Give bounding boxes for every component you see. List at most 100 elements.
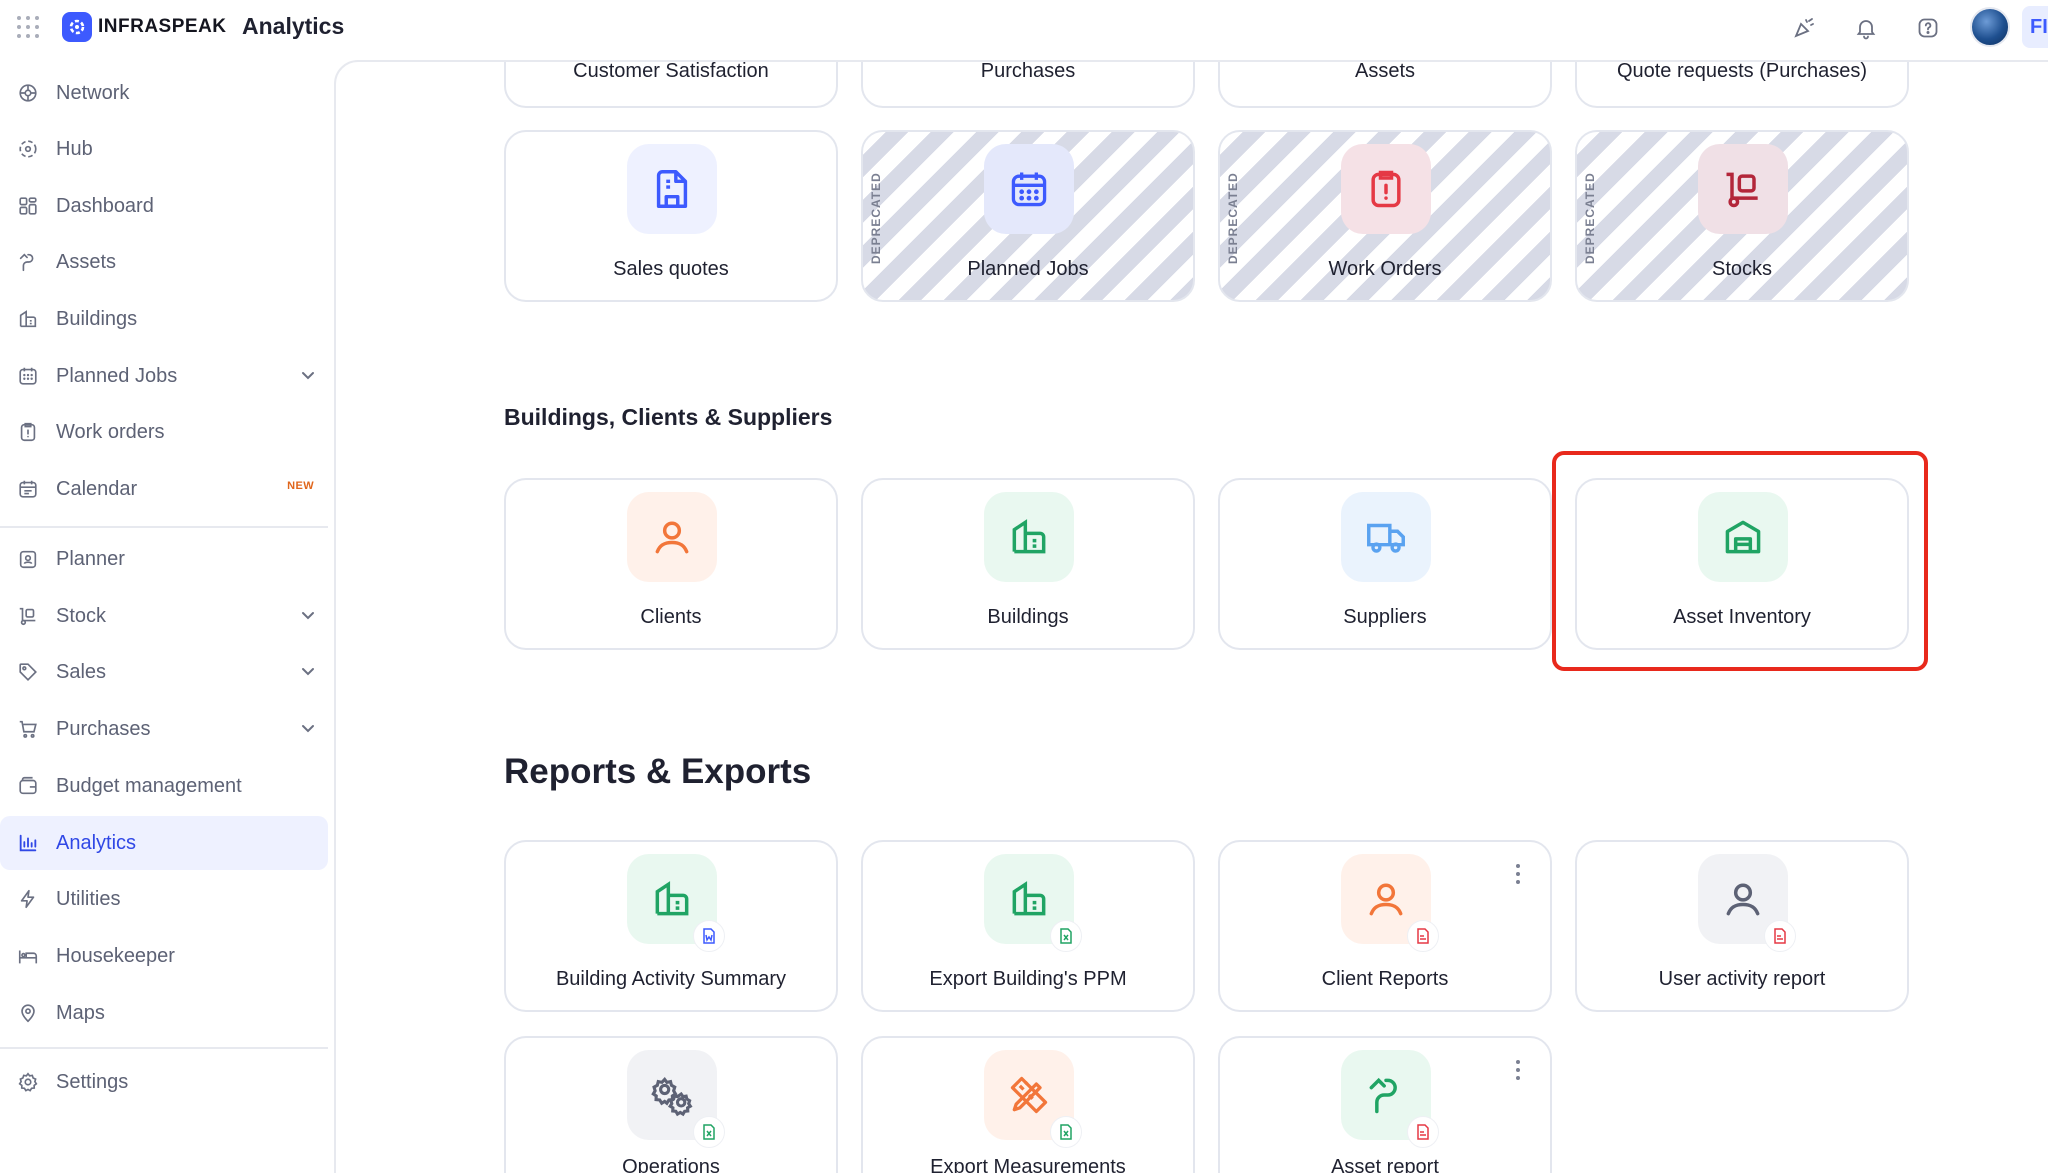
user-icon (627, 492, 717, 582)
card-label: Operations (622, 1156, 720, 1173)
sidebar-item-label: Sales (56, 660, 107, 683)
sidebar-item-label: Stock (56, 604, 107, 627)
sidebar-item-analytics[interactable]: Analytics (0, 816, 328, 870)
deprecated-tag: DEPRECATED (1226, 172, 1240, 264)
calendar-grid-icon (984, 144, 1074, 234)
card-label: Building Activity Summary (555, 968, 787, 990)
assets-icon (1341, 1050, 1439, 1148)
sidebar-item-stock[interactable]: Stock (0, 589, 328, 643)
sidebar-item-utilities[interactable]: Utilities (0, 872, 328, 926)
sidebar-item-purchases[interactable]: Purchases (0, 702, 328, 756)
card-assets[interactable]: Assets (1218, 62, 1552, 108)
sidebar-divider (0, 526, 328, 528)
card-label: Export Measurements (930, 1156, 1126, 1173)
clipboard-icon (1341, 144, 1431, 234)
celebration-icon[interactable] (1790, 14, 1818, 42)
card-operations[interactable]: Operations (504, 1036, 838, 1173)
chart-icon (16, 831, 40, 855)
sidebar-item-planner[interactable]: Planner (0, 532, 328, 586)
sidebar-item-label: Network (56, 81, 130, 104)
brand-name: INFRASPEAK (98, 16, 227, 37)
pdf-file-icon (1407, 1116, 1439, 1148)
card-stocks[interactable]: DEPRECATED Stocks (1575, 130, 1909, 302)
sidebar-item-budget-management[interactable]: Budget management (0, 759, 328, 813)
card-client-reports[interactable]: Client Reports (1218, 840, 1552, 1012)
chevron-down-icon[interactable] (298, 605, 318, 631)
card-buildings[interactable]: Buildings (861, 478, 1195, 650)
card-planned-jobs[interactable]: DEPRECATED Planned Jobs (861, 130, 1195, 302)
card-label: Purchases (980, 60, 1076, 82)
card-clients[interactable]: Clients (504, 478, 838, 650)
tag-icon (16, 660, 40, 684)
apps-grid-icon[interactable] (16, 15, 40, 39)
bell-icon[interactable] (1852, 14, 1880, 42)
card-sales-quotes[interactable]: Sales quotes (504, 130, 838, 302)
card-building-activity-summary[interactable]: Building Activity Summary (504, 840, 838, 1012)
content-panel: Customer Satisfaction Purchases Assets Q… (334, 60, 2048, 1173)
chevron-down-icon[interactable] (298, 661, 318, 687)
clipboard-icon (16, 420, 40, 444)
card-purchases[interactable]: Purchases (861, 60, 1195, 108)
new-badge: NEW (287, 480, 314, 492)
card-label: Buildings (987, 606, 1069, 628)
sidebar-item-label: Planned Jobs (56, 364, 178, 387)
sidebar-item-buildings[interactable]: Buildings (0, 292, 328, 346)
sidebar-item-housekeeper[interactable]: Housekeeper (0, 929, 328, 983)
card-user-activity-report[interactable]: User activity report (1575, 840, 1909, 1012)
brand-logo-icon[interactable] (62, 12, 92, 42)
sidebar-item-label: Budget management (56, 774, 242, 797)
card-suppliers[interactable]: Suppliers (1218, 478, 1552, 650)
sidebar-item-label: Dashboard (56, 194, 154, 217)
sidebar-item-label: Analytics (56, 831, 137, 854)
card-label: Asset Inventory (1673, 606, 1811, 628)
card-export-measurements[interactable]: Export Measurements (861, 1036, 1195, 1173)
avatar[interactable] (1970, 7, 2010, 47)
card-customer-satisfaction[interactable]: Customer Satisfaction (504, 60, 838, 108)
card-label: Quote requests (Purchases) (1616, 60, 1868, 82)
sidebar-item-assets[interactable]: Assets (0, 235, 328, 289)
sidebar-item-hub[interactable]: Hub (0, 122, 328, 176)
sidebar-item-calendar[interactable]: Calendar NEW (0, 462, 328, 516)
card-label: User activity report (1658, 968, 1826, 990)
card-label: Stocks (1711, 258, 1773, 280)
card-work-orders[interactable]: DEPRECATED Work Orders (1218, 130, 1552, 302)
sidebar-item-work-orders[interactable]: Work orders (0, 405, 328, 459)
bed-icon (16, 944, 40, 968)
sidebar-item-planned-jobs[interactable]: Planned Jobs (0, 349, 328, 403)
sidebar-item-dashboard[interactable]: Dashboard (0, 179, 328, 233)
ruler-pencil-icon (984, 1050, 1082, 1148)
sidebar-item-label: Maps (56, 1001, 105, 1024)
warehouse-icon (1698, 492, 1788, 582)
sidebar-item-sales[interactable]: Sales (0, 645, 328, 699)
section-title-buildings-clients-suppliers: Buildings, Clients & Suppliers (504, 404, 833, 430)
card-label: Suppliers (1343, 606, 1427, 628)
stock-icon (1698, 144, 1788, 234)
card-export-buildings-ppm[interactable]: Export Building's PPM (861, 840, 1195, 1012)
card-label: Customer Satisfaction (573, 60, 769, 82)
buildings-icon (984, 854, 1082, 952)
more-options-icon[interactable] (1516, 1060, 1522, 1082)
chevron-down-icon[interactable] (298, 718, 318, 744)
sidebar-item-maps[interactable]: Maps (0, 986, 328, 1040)
buildings-icon (984, 492, 1074, 582)
help-icon[interactable] (1914, 14, 1942, 42)
sales-quotes-icon (627, 144, 717, 234)
sidebar-divider (0, 1047, 328, 1049)
sidebar-item-network[interactable]: Network (0, 66, 328, 120)
card-asset-inventory[interactable]: Asset Inventory (1575, 478, 1909, 650)
sidebar-item-label: Assets (56, 250, 117, 273)
more-options-icon[interactable] (1516, 864, 1522, 886)
sidebar-item-settings[interactable]: Settings (0, 1055, 328, 1109)
sidebar-item-label: Hub (56, 137, 93, 160)
chevron-down-icon[interactable] (298, 365, 318, 391)
card-label: Clients (640, 606, 702, 628)
account-initials[interactable]: FI (2022, 6, 2048, 48)
user-icon (1698, 854, 1796, 952)
sidebar-item-label: Housekeeper (56, 944, 175, 967)
card-label: Work Orders (1328, 258, 1442, 280)
card-asset-report[interactable]: Asset report (1218, 1036, 1552, 1173)
pdf-file-icon (1764, 920, 1796, 952)
card-quote-requests[interactable]: Quote requests (Purchases) (1575, 60, 1909, 108)
sidebar-item-label: Work orders (56, 420, 165, 443)
sidebar: Network Hub Dashboard Assets Buildings P… (0, 62, 334, 1173)
